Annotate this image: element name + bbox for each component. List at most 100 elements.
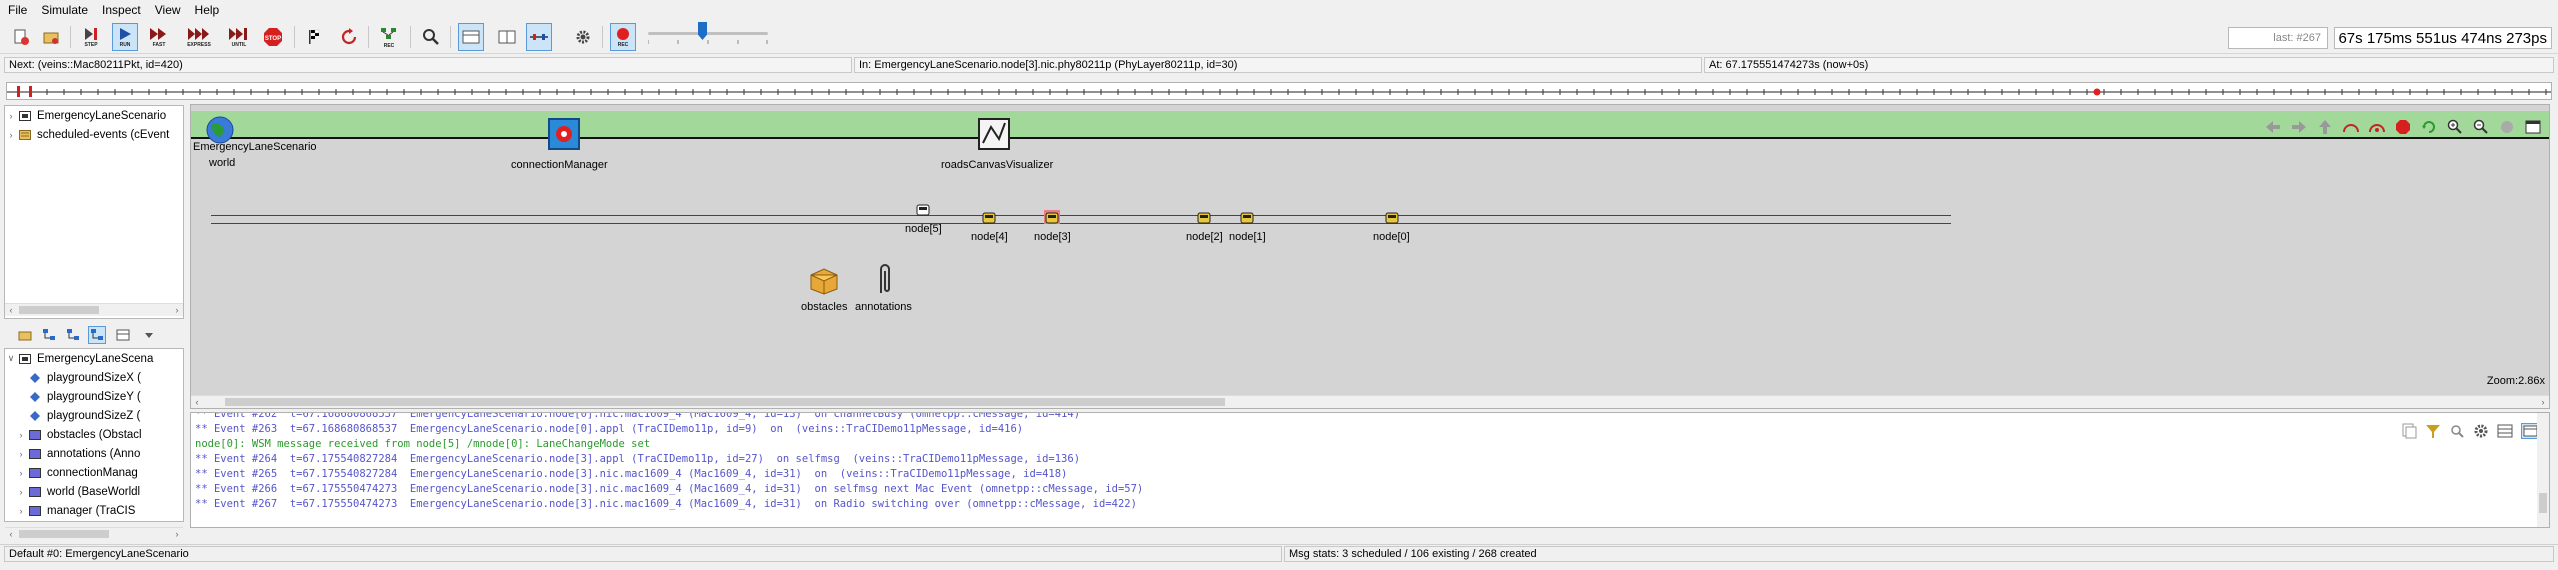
express-button[interactable]: EXPRESS	[186, 23, 212, 51]
car-icon[interactable]	[1240, 212, 1254, 224]
tree-top-scrollbar[interactable]: ‹ ›	[5, 303, 183, 316]
tree-item-scheduled-events[interactable]: › scheduled-events (cEvent	[5, 125, 183, 144]
relayout-icon	[2369, 124, 2385, 133]
children-mode-button[interactable]	[64, 326, 82, 344]
paperclip-icon[interactable]	[875, 261, 895, 297]
fast-button[interactable]: FAST	[146, 23, 172, 51]
expand-arrow-icon[interactable]: ›	[15, 506, 27, 516]
grouped-mode-button[interactable]	[114, 326, 132, 344]
stop-button[interactable]: STOP	[260, 23, 286, 51]
expand-arrow-icon[interactable]: ›	[15, 487, 27, 497]
expand-arrow-icon[interactable]: ›	[15, 430, 27, 440]
scrollbar-thumb[interactable]	[19, 306, 99, 314]
roads-visualizer-icon[interactable]	[977, 117, 1011, 151]
next-event-status: Next: (veins::Mac80211Pkt, id=420)	[4, 57, 852, 73]
settings-icon[interactable]	[2473, 423, 2489, 439]
log-vertical-scrollbar[interactable]	[2537, 413, 2549, 527]
new-run-button[interactable]	[8, 23, 34, 51]
go-to-parent-button[interactable]	[16, 326, 34, 344]
scroll-left-icon[interactable]: ‹	[191, 396, 203, 408]
up-arrow-icon	[2319, 120, 2331, 134]
toolbar-separator	[294, 26, 295, 48]
animation-button[interactable]	[2497, 117, 2517, 137]
inspector-toolbar	[4, 322, 184, 348]
obstacles-icon[interactable]	[807, 263, 841, 295]
prop-item[interactable]: playgroundSizeX (	[5, 368, 183, 387]
express-caption: EXPRESS	[187, 41, 211, 48]
until-button[interactable]: UNTIL	[226, 23, 252, 51]
step-button[interactable]: STEP	[78, 23, 104, 51]
scrollbar-thumb[interactable]	[225, 398, 1225, 406]
scroll-left-icon[interactable]: ‹	[5, 304, 17, 317]
animation-speed-slider[interactable]	[648, 32, 768, 35]
stop-layout-button[interactable]	[2393, 117, 2413, 137]
flat-mode-button[interactable]	[88, 326, 106, 344]
node-label: node[0]	[1373, 231, 1410, 243]
inspector-menu-button[interactable]	[140, 326, 158, 344]
road-line	[211, 223, 1951, 224]
layout-timeline-button[interactable]	[458, 23, 484, 51]
prop-item[interactable]: › manager (TraCIS	[5, 501, 183, 520]
back-button[interactable]	[2263, 117, 2283, 137]
collapse-arrow-icon[interactable]: ∨	[5, 353, 17, 364]
timeline[interactable]	[6, 82, 2552, 100]
prop-item[interactable]: › obstacles (Obstacl	[5, 425, 183, 444]
tree-item-network[interactable]: › EmergencyLaneScenario	[5, 106, 183, 125]
scroll-left-icon[interactable]: ‹	[5, 528, 17, 541]
prop-item[interactable]: playgroundSizeY (	[5, 387, 183, 406]
expand-arrow-icon[interactable]: ›	[15, 449, 27, 459]
find-button[interactable]	[418, 23, 444, 51]
connection-manager-icon[interactable]	[547, 117, 581, 151]
inspect-button[interactable]	[40, 326, 58, 344]
forward-button[interactable]	[2289, 117, 2309, 137]
scrollbar-thumb[interactable]	[2539, 493, 2547, 513]
canvas-options-button[interactable]	[2523, 117, 2543, 137]
copy-icon[interactable]	[2401, 423, 2417, 439]
rebuild-button[interactable]	[336, 23, 362, 51]
find-icon[interactable]	[2449, 423, 2465, 439]
prop-root[interactable]: ∨ EmergencyLaneScena	[5, 349, 183, 368]
zoom-out-button[interactable]	[2471, 117, 2491, 137]
layout-split-button[interactable]	[494, 23, 520, 51]
scrollbar-thumb[interactable]	[19, 530, 109, 538]
tree-bottom-scrollbar[interactable]: ‹ ›	[5, 527, 183, 540]
messages-mode-icon[interactable]	[2497, 423, 2513, 439]
network-canvas[interactable]: EmergencyLaneScenario world connectionMa…	[190, 104, 2550, 409]
show-timeline-button[interactable]	[526, 23, 552, 51]
run-button[interactable]: RUN	[112, 23, 138, 51]
load-ned-button[interactable]	[38, 23, 64, 51]
car-icon[interactable]	[1045, 212, 1059, 224]
layout-button[interactable]	[2341, 117, 2361, 137]
menu-simulate[interactable]: Simulate	[41, 3, 88, 17]
prop-item[interactable]: › connectionManag	[5, 463, 183, 482]
prop-item[interactable]: › world (BaseWorldl	[5, 482, 183, 501]
car-icon[interactable]	[982, 212, 996, 224]
log-event-line: ** Event #263 t=67.168680868537 Emergenc…	[195, 423, 1024, 435]
menu-inspect[interactable]: Inspect	[102, 3, 141, 17]
scroll-right-icon[interactable]: ›	[2537, 396, 2549, 408]
canvas-horizontal-scrollbar[interactable]: ‹ ›	[191, 395, 2549, 408]
car-icon[interactable]	[1385, 212, 1399, 224]
prop-item[interactable]: › annotations (Anno	[5, 444, 183, 463]
menu-file[interactable]: File	[8, 3, 27, 17]
zoom-in-button[interactable]	[2445, 117, 2465, 137]
car-icon[interactable]	[1197, 212, 1211, 224]
prop-item[interactable]: playgroundSizeZ (	[5, 406, 183, 425]
message-log[interactable]: ** Event #262 t=67.168680868537 Emergenc…	[190, 412, 2550, 528]
preferences-button[interactable]	[570, 23, 596, 51]
menu-view[interactable]: View	[155, 3, 181, 17]
record-video-button[interactable]: REC	[610, 23, 636, 51]
go-up-button[interactable]	[2315, 117, 2335, 137]
expand-arrow-icon[interactable]: ›	[15, 468, 27, 478]
record-event-log-button[interactable]: REC	[376, 23, 402, 51]
filter-icon[interactable]	[2425, 423, 2441, 439]
rebuild-layout-button[interactable]	[2367, 117, 2387, 137]
expand-arrow-icon[interactable]: ›	[5, 111, 17, 121]
car-icon[interactable]	[916, 204, 930, 216]
scroll-right-icon[interactable]: ›	[171, 304, 183, 317]
menu-help[interactable]: Help	[195, 3, 220, 17]
refresh-button[interactable]	[2419, 117, 2439, 137]
finish-button[interactable]	[302, 23, 328, 51]
scroll-right-icon[interactable]: ›	[171, 528, 183, 541]
expand-arrow-icon[interactable]: ›	[5, 130, 17, 140]
